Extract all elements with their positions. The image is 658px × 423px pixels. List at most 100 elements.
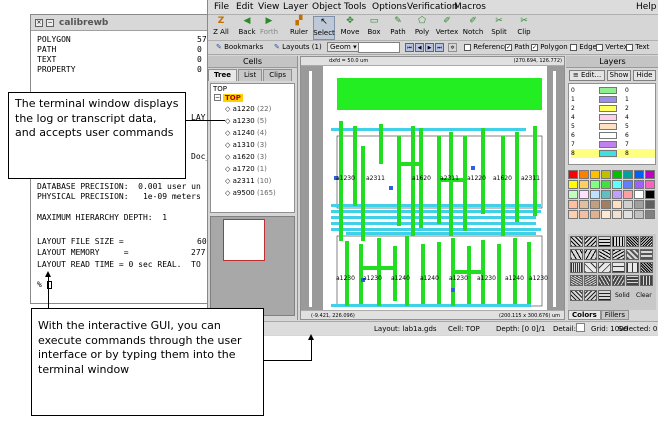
hide-layers-button[interactable]: Hide <box>633 70 656 81</box>
color-swatch[interactable] <box>645 210 655 219</box>
first-icon[interactable]: ⏮ <box>405 43 414 52</box>
layout-editor-window[interactable]: File Edit View Layer Object Tools Option… <box>207 0 658 336</box>
color-swatch[interactable] <box>601 200 611 209</box>
tab-fillers[interactable]: Fillers <box>600 310 629 320</box>
tree-item[interactable]: ◇ a1220 (22) <box>225 105 271 113</box>
polygon-checkbox[interactable]: ✓ Polygon <box>531 43 568 51</box>
terminal-titlebar[interactable]: × − calibrewb <box>31 15 211 31</box>
layer-row-selected[interactable]: 88 <box>571 149 655 158</box>
vertex-button[interactable]: ✐ Vertex <box>436 16 459 40</box>
pattern-swatch[interactable] <box>640 262 653 273</box>
color-swatch[interactable] <box>623 180 633 189</box>
color-swatch[interactable] <box>645 180 655 189</box>
menu-tools[interactable]: Tools <box>344 2 366 12</box>
layer-row[interactable]: 77 <box>571 140 655 149</box>
pattern-swatch[interactable] <box>570 249 583 260</box>
layer-row[interactable]: 44 <box>571 113 655 122</box>
tab-tree[interactable]: Tree <box>208 69 237 81</box>
tab-clips[interactable]: Clips <box>263 69 293 81</box>
pattern-swatch[interactable] <box>570 236 583 247</box>
tree-item[interactable]: ◇ a1310 (3) <box>225 141 267 149</box>
next-icon[interactable]: ▶ <box>425 43 434 52</box>
geom-dropdown[interactable]: Geom ▾ <box>327 42 360 52</box>
edge-checkbox[interactable]: Edge <box>570 43 597 51</box>
pattern-swatch[interactable] <box>598 275 611 286</box>
pattern-swatch[interactable] <box>626 275 639 286</box>
layouts-button[interactable]: ✎ Layouts (1) <box>274 43 322 51</box>
menu-view[interactable]: View <box>258 2 279 12</box>
menu-options[interactable]: Options <box>372 2 407 12</box>
color-swatch[interactable] <box>579 200 589 209</box>
layer-row[interactable]: 22 <box>571 104 655 113</box>
detail-box[interactable] <box>576 323 585 332</box>
layer-row[interactable]: 66 <box>571 131 655 140</box>
cell-preview[interactable] <box>210 216 295 316</box>
ruler-button[interactable]: ▞ Ruler <box>288 16 310 40</box>
color-swatch[interactable] <box>634 180 644 189</box>
color-swatch[interactable] <box>568 180 578 189</box>
edit-layers-button[interactable]: ≡ Edit... <box>569 70 605 81</box>
color-swatch[interactable] <box>579 170 589 179</box>
pattern-swatch[interactable] <box>626 236 639 247</box>
color-swatch[interactable] <box>634 190 644 199</box>
text-checkbox[interactable]: Text <box>626 43 649 51</box>
color-swatch[interactable] <box>568 190 578 199</box>
fill-patterns[interactable]: Solid Clear <box>568 234 656 310</box>
pattern-swatch[interactable] <box>598 290 611 301</box>
pattern-swatch[interactable] <box>570 275 583 286</box>
menu-object[interactable]: Object <box>312 2 341 12</box>
notch-button[interactable]: ✐ Notch <box>462 16 484 40</box>
pattern-swatch[interactable] <box>640 249 653 260</box>
pattern-swatch[interactable] <box>640 275 653 286</box>
pattern-swatch[interactable] <box>612 236 625 247</box>
color-swatch[interactable] <box>645 190 655 199</box>
color-swatch[interactable] <box>612 200 622 209</box>
color-swatch[interactable] <box>623 190 633 199</box>
tree-item[interactable]: ◇ a1230 (5) <box>225 117 267 125</box>
color-swatch[interactable] <box>623 200 633 209</box>
color-swatch[interactable] <box>612 190 622 199</box>
color-swatch[interactable] <box>590 200 600 209</box>
clip-button[interactable]: ✂ Clip <box>513 16 535 40</box>
tree-item[interactable]: ◇ a1720 (1) <box>225 165 267 173</box>
path-checkbox[interactable]: ✓ Path <box>505 43 530 51</box>
pattern-swatch[interactable] <box>584 262 597 273</box>
layout-canvas[interactable]: dxfd = 50.0 um (270.694, 126.772) a1230 … <box>300 56 565 320</box>
minimize-icon[interactable]: − <box>46 18 54 27</box>
color-swatch[interactable] <box>579 190 589 199</box>
tree-item[interactable]: ◇ a9500 (165) <box>225 189 276 197</box>
color-swatch[interactable] <box>568 170 578 179</box>
clear-button[interactable]: Clear <box>636 292 652 299</box>
color-swatch[interactable] <box>590 210 600 219</box>
pattern-swatch[interactable] <box>570 262 583 273</box>
tree-item-top[interactable]: TOP <box>223 94 243 102</box>
color-swatch[interactable] <box>601 170 611 179</box>
color-swatch[interactable] <box>634 210 644 219</box>
pattern-swatch[interactable] <box>626 262 639 273</box>
color-swatch[interactable] <box>601 180 611 189</box>
layer-list[interactable]: 00 11 22 44 55 66 77 88 <box>568 83 656 165</box>
geom-field[interactable] <box>358 42 400 53</box>
pattern-swatch[interactable] <box>626 249 639 260</box>
color-swatch[interactable] <box>634 170 644 179</box>
color-swatch[interactable] <box>601 190 611 199</box>
bookmarks-button[interactable]: ✎ Bookmarks <box>216 43 263 51</box>
color-swatch[interactable] <box>568 210 578 219</box>
select-button[interactable]: ↖ Select <box>313 16 335 40</box>
vertex-checkbox[interactable]: Vertex <box>596 43 628 51</box>
pattern-swatch[interactable] <box>584 249 597 260</box>
color-swatch[interactable] <box>634 200 644 209</box>
color-swatch[interactable] <box>568 200 578 209</box>
color-swatch[interactable] <box>590 180 600 189</box>
solid-button[interactable]: Solid <box>615 292 630 299</box>
color-swatch[interactable] <box>645 170 655 179</box>
pattern-swatch[interactable] <box>640 236 653 247</box>
color-swatch[interactable] <box>579 180 589 189</box>
last-icon[interactable]: ⏭ <box>435 43 444 52</box>
tab-list[interactable]: List <box>237 69 263 81</box>
forth-button[interactable]: ▶ Forth <box>258 16 280 40</box>
pattern-swatch[interactable] <box>584 290 597 301</box>
layer-row[interactable]: 11 <box>571 95 655 104</box>
terminal-prompt[interactable]: % <box>37 280 52 290</box>
color-swatch[interactable] <box>612 210 622 219</box>
